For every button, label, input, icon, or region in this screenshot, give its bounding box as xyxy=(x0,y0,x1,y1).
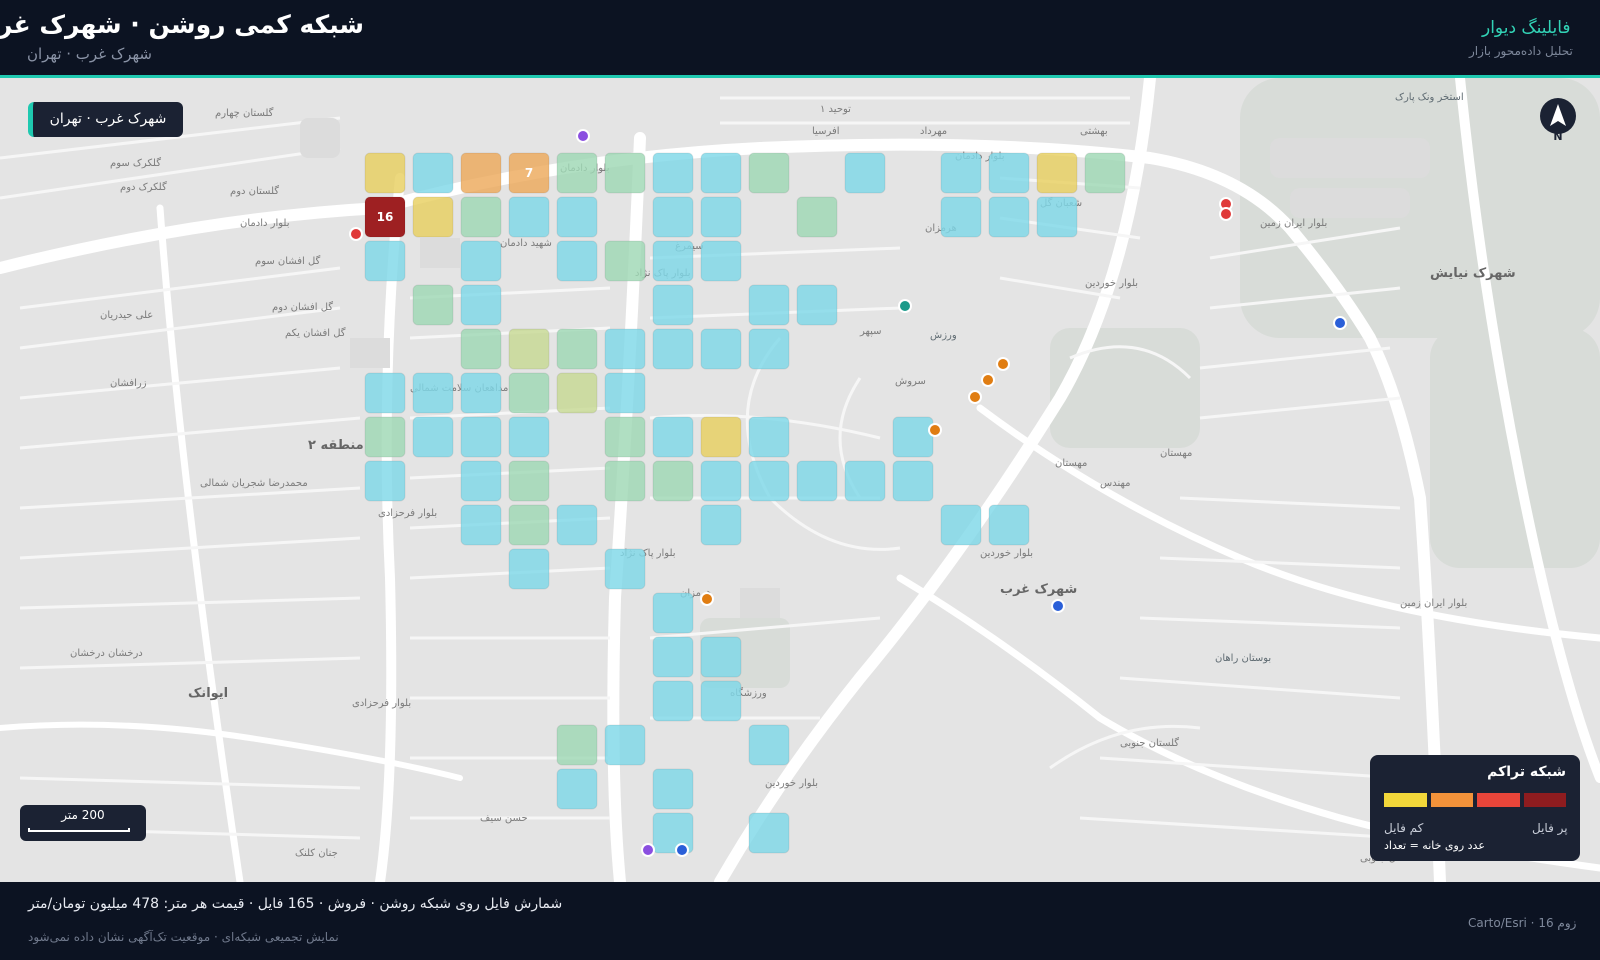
listing-point[interactable] xyxy=(928,423,942,437)
legend-swatch xyxy=(1523,793,1566,807)
map-attribution: Carto/Esri · زوم 16 xyxy=(1468,916,1577,930)
footer-note: نمایش تجمیعی شبکه‌ای · موقعیت تک‌آگهی نش… xyxy=(28,930,339,944)
listing-point[interactable] xyxy=(968,390,982,404)
legend-high-label: پر فایل xyxy=(1532,821,1568,835)
listing-point[interactable] xyxy=(1333,316,1347,330)
listing-point[interactable] xyxy=(576,129,590,143)
listing-point[interactable] xyxy=(996,357,1010,371)
listing-point[interactable] xyxy=(675,843,689,857)
legend-swatch xyxy=(1384,793,1427,807)
listing-point[interactable] xyxy=(700,592,714,606)
listing-point[interactable] xyxy=(641,843,655,857)
brand-name[interactable]: فایلینگ دیوار xyxy=(1482,18,1571,38)
listing-point[interactable] xyxy=(898,299,912,313)
map-canvas[interactable]: بلوار دادمانبلوار دادمانبلوار دادمانگلست… xyxy=(0,78,1600,882)
listing-point[interactable] xyxy=(981,373,995,387)
app-footer: شمارش فایل روی شبکه روشن · فروش · 165 فا… xyxy=(0,882,1600,960)
listing-point[interactable] xyxy=(349,227,363,241)
listing-points-overlay xyxy=(349,129,1347,857)
legend-swatch xyxy=(1430,793,1473,807)
north-arrow-icon xyxy=(1540,98,1576,134)
page-title: شبکه کمی روشن · شهرک غرب xyxy=(0,10,364,39)
scale-label: 200 متر xyxy=(61,808,105,822)
legend-title: شبکه تراکم xyxy=(1487,764,1566,780)
location-badge: شهرک غرب · تهران xyxy=(28,102,183,137)
legend-swatch xyxy=(1477,793,1520,807)
page-subtitle: شهرک غرب · تهران xyxy=(26,45,152,63)
footer-stats: شمارش فایل روی شبکه روشن · فروش · 165 فا… xyxy=(28,896,563,912)
listing-point[interactable] xyxy=(1219,207,1233,221)
brand-tagline: تحلیل داده‌محور بازار xyxy=(1469,44,1573,58)
app-header: شبکه کمی روشن · شهرک غرب شهرک غرب · تهرا… xyxy=(0,0,1600,76)
scale-line xyxy=(28,828,130,832)
scale-bar: 200 متر xyxy=(20,805,146,841)
legend-low-label: کم فایل xyxy=(1384,821,1424,835)
legend-swatches xyxy=(1384,793,1566,807)
density-legend: شبکه تراکم پر فایل کم فایل عدد روی خانه … xyxy=(1370,755,1580,861)
listing-point[interactable] xyxy=(1051,599,1065,613)
north-label: N xyxy=(1553,130,1563,143)
legend-note: عدد روی خانه = تعداد xyxy=(1384,839,1485,852)
north-arrow-glyph xyxy=(1550,104,1566,126)
